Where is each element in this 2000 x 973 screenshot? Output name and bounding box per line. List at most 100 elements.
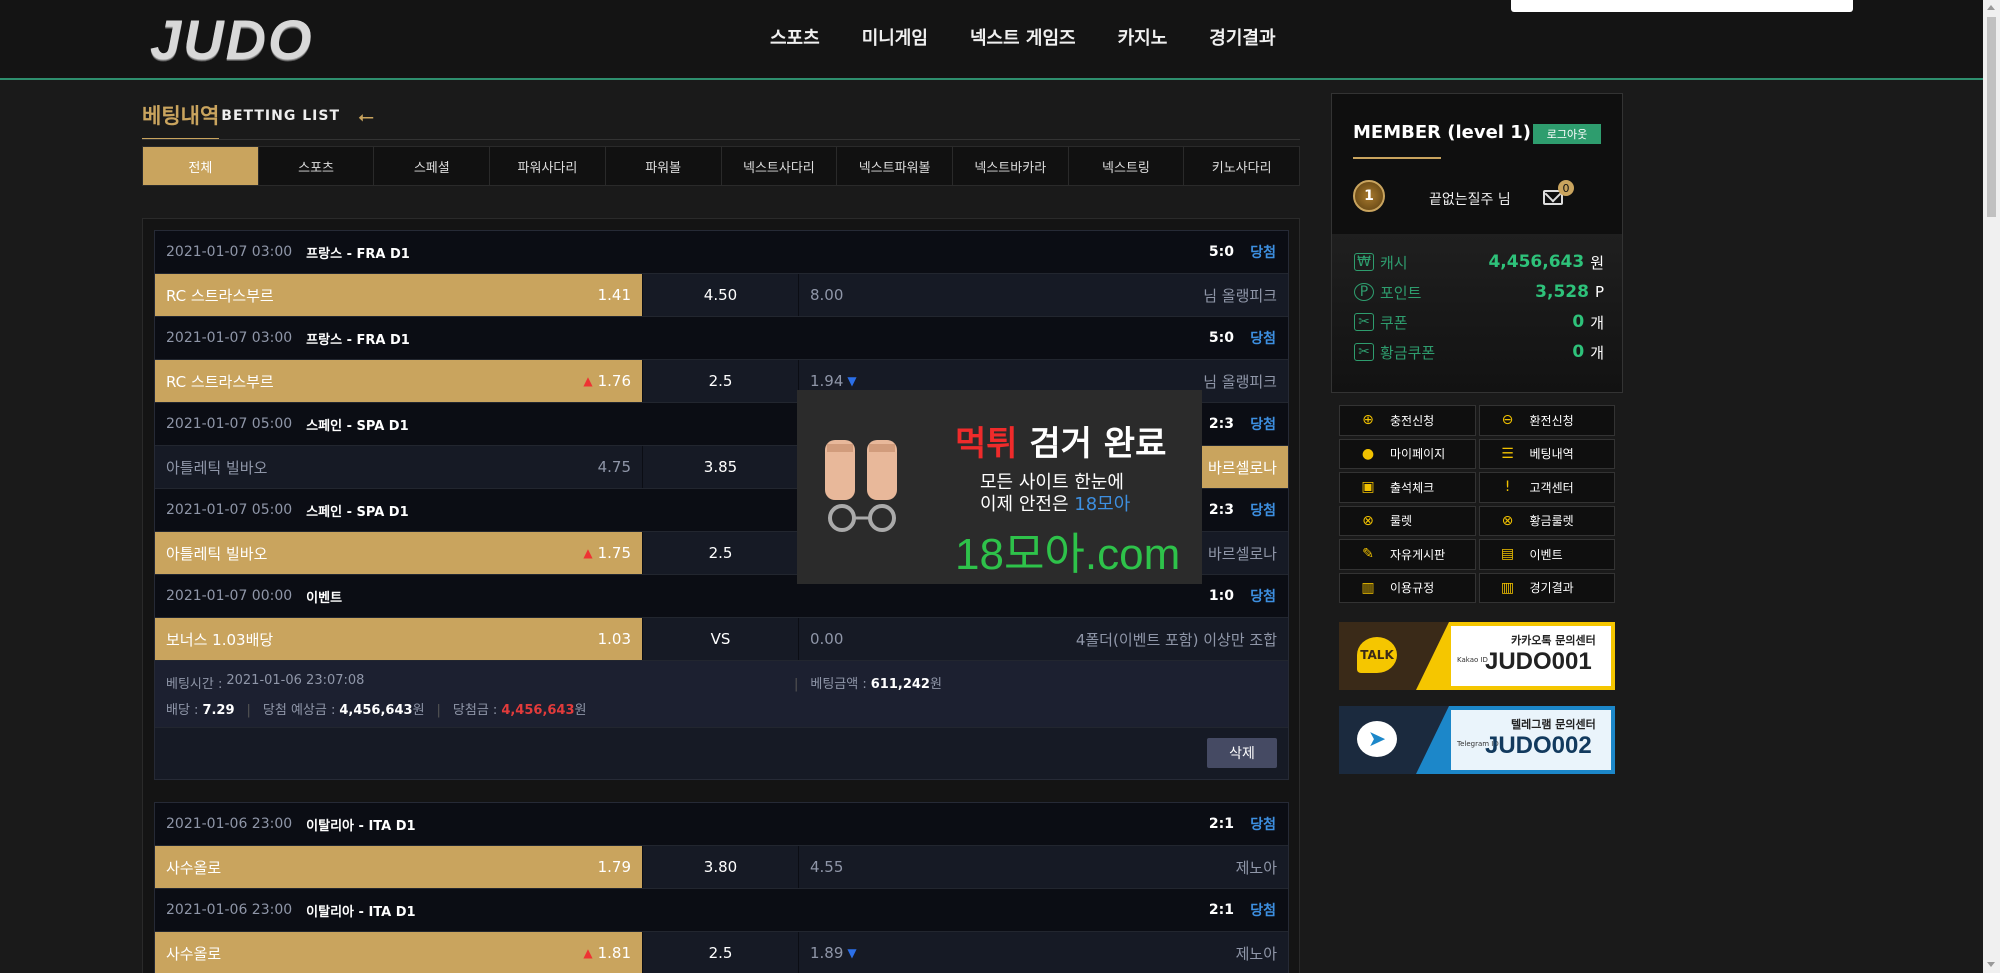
draw-pick[interactable]: 2.5: [642, 532, 799, 574]
odds-label: 배당 :: [166, 703, 199, 718]
home-pick[interactable]: 아틀레틱 빌바오 4.75: [155, 446, 642, 488]
book-icon: ▥: [1361, 579, 1375, 596]
summary-line: 베팅시간 :2021-01-06 23:07:08: [166, 673, 1277, 692]
match-date: 2021-01-07 00:00: [166, 588, 293, 604]
quick-menu-item[interactable]: ☰ 베팅내역: [1478, 438, 1615, 469]
nav-item[interactable]: 스포츠: [770, 24, 820, 50]
odds-row: 사수올로 ▲ 1.81 2.5 1.89 ▼ 제노아: [155, 932, 1288, 973]
tab-item[interactable]: 넥스트파워볼: [837, 147, 953, 185]
won-unit: 원: [929, 677, 942, 692]
telegram-banner[interactable]: ➤ 텔레그램 문의센터 Telegram ID JUDO002: [1339, 706, 1615, 774]
quick-menu-item[interactable]: ✎ 자유게시판: [1339, 539, 1476, 570]
tab-item[interactable]: 넥스트바카라: [952, 147, 1069, 185]
home-team: 사수올로: [166, 858, 222, 877]
away-pick[interactable]: 8.00 님 올랭피크: [799, 274, 1288, 316]
nav-item[interactable]: 미니게임: [862, 24, 928, 50]
quick-menu-label: 마이페이지: [1390, 447, 1446, 462]
tab-item[interactable]: 넥스트링: [1068, 147, 1185, 185]
match-date: 2021-01-07 03:00: [166, 330, 293, 346]
quick-menu-item[interactable]: ⊖ 환전신청: [1478, 405, 1615, 436]
calendar-icon: ▣: [1361, 479, 1375, 496]
home-pick[interactable]: RC 스트라스부르 1.41: [155, 274, 642, 316]
tab-item[interactable]: 넥스트사다리: [721, 147, 838, 185]
tab-item[interactable]: 전체: [143, 147, 259, 185]
draw-pick[interactable]: 2.5: [642, 360, 799, 402]
home-pick[interactable]: RC 스트라스부르 ▲ 1.76: [155, 360, 642, 402]
draw-pick[interactable]: 2.5: [642, 932, 799, 973]
draw-pick[interactable]: 3.85: [642, 446, 799, 488]
nav-item[interactable]: 넥스트 게임즈: [970, 24, 1076, 50]
scroll-up-icon[interactable]: [1987, 5, 1995, 10]
wallet-unit: P: [1594, 283, 1604, 301]
nav-item[interactable]: 경기결과: [1209, 24, 1275, 50]
page-title: 베팅내역: [142, 100, 220, 140]
home-pick[interactable]: 사수올로 1.79: [155, 846, 642, 888]
draw-pick[interactable]: VS: [642, 618, 799, 660]
wallet-unit: 개: [1590, 313, 1604, 332]
quick-menu-item[interactable]: ⊗ 룰렛: [1339, 505, 1476, 536]
nav-item[interactable]: 카지노: [1118, 24, 1168, 50]
quick-menu-label: 이용규정: [1390, 581, 1435, 596]
wallet-row: ₩ 캐시 4,456,643 원: [1354, 250, 1604, 274]
odds-row: 보너스 1.03배당 1.03 VS 0.00 4폴더(이벤트 포함) 이상만 조합: [155, 618, 1288, 661]
tab-item[interactable]: 키노사다리: [1184, 147, 1300, 185]
roulette-icon: ⊗: [1362, 512, 1374, 529]
wallet-label: 황금쿠폰: [1380, 343, 1436, 362]
draw-pick[interactable]: 3.80: [642, 846, 799, 888]
bet-time-label: 베팅시간 :: [166, 677, 223, 692]
logout-button[interactable]: 로그아웃: [1533, 124, 1601, 144]
draw-pick[interactable]: 4.50: [642, 274, 799, 316]
tab-item[interactable]: 파워사다리: [490, 147, 606, 185]
quick-menu-item[interactable]: ▤ 이벤트: [1478, 539, 1615, 570]
home-odds-wrap: ▲ 1.81: [583, 944, 631, 962]
away-pick[interactable]: 1.89 ▼ 제노아: [799, 932, 1288, 973]
top-search-box[interactable]: [1511, 0, 1853, 12]
kakao-banner[interactable]: TALK 카카오톡 문의센터 Kakao ID JUDO001: [1339, 622, 1615, 690]
home-odds: 1.03: [597, 630, 631, 648]
quick-menu-item[interactable]: ! 고객센터: [1478, 472, 1615, 503]
ad-banner[interactable]: 먹튀 검거 완료 모든 사이트 한눈에 이제 안전은 18모아 18모아.com: [797, 390, 1202, 584]
quick-menu-item[interactable]: ● 마이페이지: [1339, 438, 1476, 469]
gold-coupon-icon: ✂: [1354, 343, 1374, 361]
home-pick[interactable]: 사수올로 ▲ 1.81: [155, 932, 642, 973]
home-odds: 1.76: [597, 372, 631, 390]
section-title: 베팅내역 BETTING LIST ⭠: [142, 100, 374, 140]
tab-item[interactable]: 파워볼: [605, 147, 722, 185]
site-logo[interactable]: JUDO: [150, 8, 314, 71]
home-pick[interactable]: 아틀레틱 빌바오 ▲ 1.75: [155, 532, 642, 574]
wallet-label: 캐시: [1380, 253, 1408, 272]
mail-count-badge: 0: [1558, 180, 1574, 196]
ad-title: 먹튀 검거 완료: [955, 424, 1167, 464]
result-badge: 당첨: [1250, 331, 1276, 347]
quick-menu-label: 충전신청: [1390, 413, 1435, 428]
quick-menu-item[interactable]: ⊕ 충전신청: [1339, 405, 1476, 436]
tab-item[interactable]: 스포츠: [258, 147, 375, 185]
match-score: 5:0: [1208, 330, 1234, 346]
match-league: 스페인 - SPA D1: [306, 504, 409, 520]
quick-menu-item[interactable]: ▥ 경기결과: [1478, 572, 1615, 603]
member-panel: MEMBER (level 1) 로그아웃 1 끝없는질주 님 0 ₩ 캐시 4,4…: [1331, 93, 1623, 393]
scroll-down-icon[interactable]: [1987, 962, 1995, 967]
banner-panel: 텔레그램 문의센터 Telegram ID JUDO002: [1451, 710, 1611, 770]
away-pick[interactable]: 4.55 제노아: [799, 846, 1288, 888]
quick-menu-item[interactable]: ⊗ 황금룰렛: [1478, 505, 1615, 536]
scrollbar[interactable]: [1983, 0, 2000, 973]
match-score: 5:0: [1208, 244, 1234, 260]
quick-menu-label: 자유게시판: [1390, 547, 1446, 562]
away-team: 님 올랭피크: [1203, 286, 1277, 305]
quick-menu-item[interactable]: ▣ 출석체크: [1339, 472, 1476, 503]
coupon-icon: ✂: [1354, 313, 1374, 331]
banner-id: JUDO002: [1485, 732, 1592, 759]
arrow-left-icon[interactable]: ⭠: [358, 104, 374, 136]
wallet: ₩ 캐시 4,456,643 원 P 포인트 3,528 P ✂ 쿠폰 0 개 ✂ 황금쿠폰 0 개: [1332, 234, 1622, 392]
quick-menu-item[interactable]: ▥ 이용규정: [1339, 572, 1476, 603]
home-odds: 1.75: [597, 544, 631, 562]
delete-button[interactable]: 삭제: [1207, 738, 1277, 768]
gift-icon: ▤: [1500, 546, 1515, 563]
home-pick[interactable]: 보너스 1.03배당 1.03: [155, 618, 642, 660]
tab-item[interactable]: 스페셜: [374, 147, 491, 185]
wallet-row: ✂ 쿠폰 0 개: [1354, 310, 1604, 334]
scroll-thumb[interactable]: [1987, 17, 1996, 217]
level-badge: 1: [1353, 180, 1385, 212]
away-pick[interactable]: 0.00 4폴더(이벤트 포함) 이상만 조합: [799, 618, 1288, 660]
